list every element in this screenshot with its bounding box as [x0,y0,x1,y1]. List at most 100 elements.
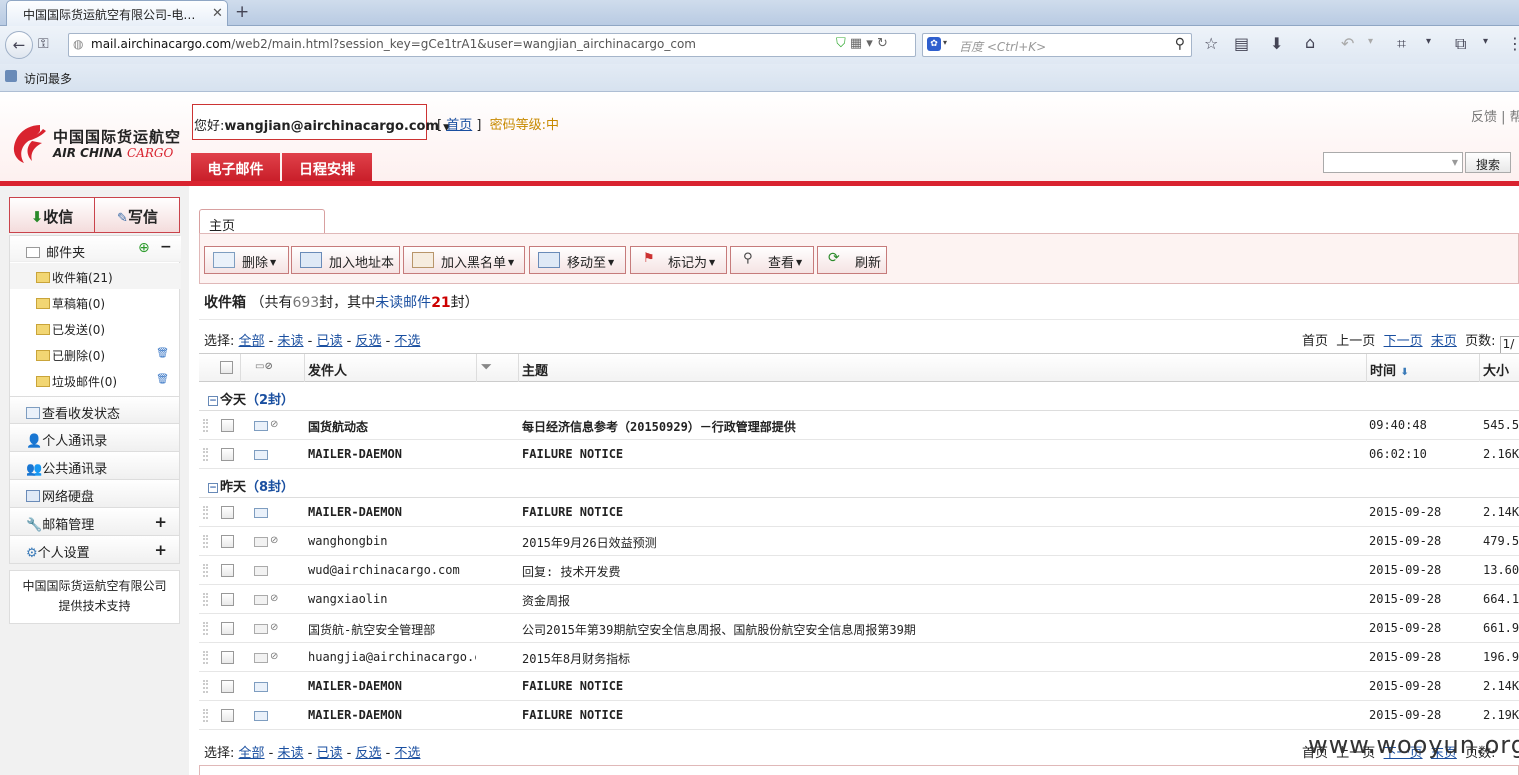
feedback-link[interactable]: 反馈 | 帮 [1471,106,1519,125]
mail-sender[interactable]: wud@airchinacargo.com [308,563,476,577]
nav-personal-settings[interactable]: ⚙个人设置 + [9,536,180,564]
add-to-blacklist-button[interactable]: 加入黑名单 ▼ [403,246,525,274]
row-checkbox[interactable] [221,448,234,461]
mail-subject[interactable]: 资金周报 [522,592,570,609]
select-none-link[interactable]: 不选 [394,334,420,349]
nav-send-status[interactable]: 查看收发状态 [9,396,180,424]
nav-public-contacts[interactable]: 👥公共通讯录 [9,452,180,480]
mail-row[interactable]: ⊘ wanghongbin 2015年9月26日效益预测 2015-09-28 479.… [199,527,1519,556]
search-icon[interactable]: ⚲ [1175,36,1185,52]
select-all-link[interactable]: 全部 [239,746,265,761]
select-invert-link[interactable]: 反选 [355,746,381,761]
expand-icon[interactable]: + [154,513,167,531]
mail-row[interactable]: ⊘ wangxiaolin 资金周报 2015-09-28 664.1 [199,585,1519,614]
column-subject[interactable]: 主题 [519,354,1367,382]
view-button[interactable]: ⚲ 查看 ▼ [730,246,814,274]
select-read-link[interactable]: 已读 [317,334,343,349]
nav-network-disk[interactable]: 网络硬盘 [9,480,180,508]
mail-subject[interactable]: 2015年9月26日效益预测 [522,534,657,551]
mail-search-input[interactable]: ▼ [1323,152,1463,173]
library-icon[interactable]: ▤ [1234,34,1249,53]
folder-header[interactable]: 邮件夹 ⊕ − [10,236,181,262]
search-button[interactable]: 搜索 [1465,152,1511,173]
mail-subject[interactable]: FAILURE NOTICE [522,679,623,693]
row-checkbox[interactable] [221,622,234,635]
drag-handle-icon[interactable] [203,651,208,664]
search-engine-dropdown-icon[interactable]: ▾ [943,38,947,47]
mail-sender[interactable]: wangxiaolin [308,592,476,606]
row-checkbox[interactable] [221,593,234,606]
mail-row[interactable]: MAILER-DAEMON FAILURE NOTICE 2015-09-28 2.1… [199,498,1519,527]
column-size[interactable]: 大小 [1480,354,1519,382]
folder-inbox[interactable]: 收件箱(21) [10,263,181,289]
group-today[interactable]: − 今天（2封） [199,382,1519,411]
pager-last[interactable]: 末页 [1431,334,1457,349]
row-checkbox[interactable] [221,506,234,519]
mail-subject[interactable]: FAILURE NOTICE [522,505,623,519]
folder-spam[interactable]: 垃圾邮件(0) 🗑 [10,367,181,393]
select-all-link[interactable]: 全部 [239,334,265,349]
crop-icon[interactable]: ⌗ [1397,34,1406,54]
download-icon[interactable]: ⬇ [1270,34,1283,53]
drag-handle-icon[interactable] [203,506,208,519]
close-tab-icon[interactable]: ✕ [212,6,223,21]
row-checkbox[interactable] [221,564,234,577]
mark-as-button[interactable]: ⚑ 标记为 ▼ [630,246,727,274]
pager-next[interactable]: 下一页 [1384,334,1423,349]
expand-icon[interactable]: + [154,541,167,559]
select-all-checkbox[interactable] [220,361,233,374]
drag-handle-icon[interactable] [203,564,208,577]
drag-handle-icon[interactable] [203,419,208,432]
row-checkbox[interactable] [221,709,234,722]
home-icon[interactable]: ⌂ [1305,33,1315,52]
drag-handle-icon[interactable] [203,622,208,635]
nav-mailbox-settings[interactable]: 🔧邮箱管理 + [9,508,180,536]
star-icon[interactable]: ☆ [1204,34,1218,53]
collapse-icon[interactable]: − [208,396,218,406]
mail-sender[interactable]: MAILER-DAEMON [308,679,476,693]
mail-sender[interactable]: MAILER-DAEMON [308,447,476,461]
tab-home[interactable]: 主页 [199,209,325,234]
collapse-icon[interactable]: − [160,239,172,255]
row-checkbox[interactable] [221,651,234,664]
select-read-link[interactable]: 已读 [317,746,343,761]
add-folder-icon[interactable]: ⊕ [138,240,150,256]
mail-subject[interactable]: 2015年8月财务指标 [522,650,630,667]
mail-row[interactable]: ⊘ 国货航-航空安全管理部 公司2015年第39期航空安全信息周报、国航股份航空安全… [199,614,1519,643]
move-to-button[interactable]: 移动至 ▼ [529,246,626,274]
unread-label[interactable]: 未读邮件 [375,295,431,311]
folder-deleted[interactable]: 已删除(0) 🗑 [10,341,181,367]
undo-dropdown-icon[interactable]: ▾ [1368,36,1373,47]
mail-sender[interactable]: wanghongbin [308,534,476,548]
row-checkbox[interactable] [221,680,234,693]
select-unread-link[interactable]: 未读 [278,334,304,349]
select-invert-link[interactable]: 反选 [355,334,381,349]
mail-sender[interactable]: MAILER-DAEMON [308,505,476,519]
identity-key-icon[interactable]: ⚿ [38,36,49,52]
mail-row[interactable]: MAILER-DAEMON FAILURE NOTICE 2015-09-28 2.1… [199,672,1519,701]
column-sender[interactable]: 发件人 [305,354,477,382]
refresh-button[interactable]: ⟳ 刷新 [817,246,887,274]
mail-row[interactable]: MAILER-DAEMON FAILURE NOTICE 2015-09-28 2.1… [199,701,1519,730]
tab-email[interactable]: 电子邮件 [191,153,280,182]
mail-sender[interactable]: 国货航-航空安全管理部 [308,621,476,638]
folder-sent[interactable]: 已发送(0) [10,315,181,341]
column-flags[interactable]: ▭⊘ [241,354,305,382]
browser-search-box[interactable]: ✿ ▾ 百度 <Ctrl+K> ⚲ [922,33,1192,57]
folder-drafts[interactable]: 草稿箱(0) [10,289,181,315]
mail-subject[interactable]: 每日经济信息参考（20150929）－行政管理部提供 [522,418,796,435]
drag-handle-icon[interactable] [203,709,208,722]
overflow-icon[interactable]: ⋮ [1507,34,1519,53]
drag-handle-icon[interactable] [203,535,208,548]
mail-row[interactable]: ⊘ huangjia@airchinacargo.com 2015年8月财务指标 20… [199,643,1519,672]
url-bar[interactable]: ◍ mail.airchinacargo.com/web2/main.html?… [68,33,916,57]
mail-sender[interactable]: 国货航动态 [308,418,476,435]
mail-sender[interactable]: huangjia@airchinacargo.com [308,650,476,664]
mail-row[interactable]: ⊘ 国货航动态 每日经济信息参考（20150929）－行政管理部提供 09:40:48… [199,411,1519,440]
mail-sender[interactable]: MAILER-DAEMON [308,708,476,722]
drag-handle-icon[interactable] [203,593,208,606]
drag-handle-icon[interactable] [203,448,208,461]
filter-icon[interactable]: ⏷ [477,354,519,382]
group-yesterday[interactable]: − 昨天（8封） [199,469,1519,498]
new-tab-icon[interactable]: + [235,2,249,22]
